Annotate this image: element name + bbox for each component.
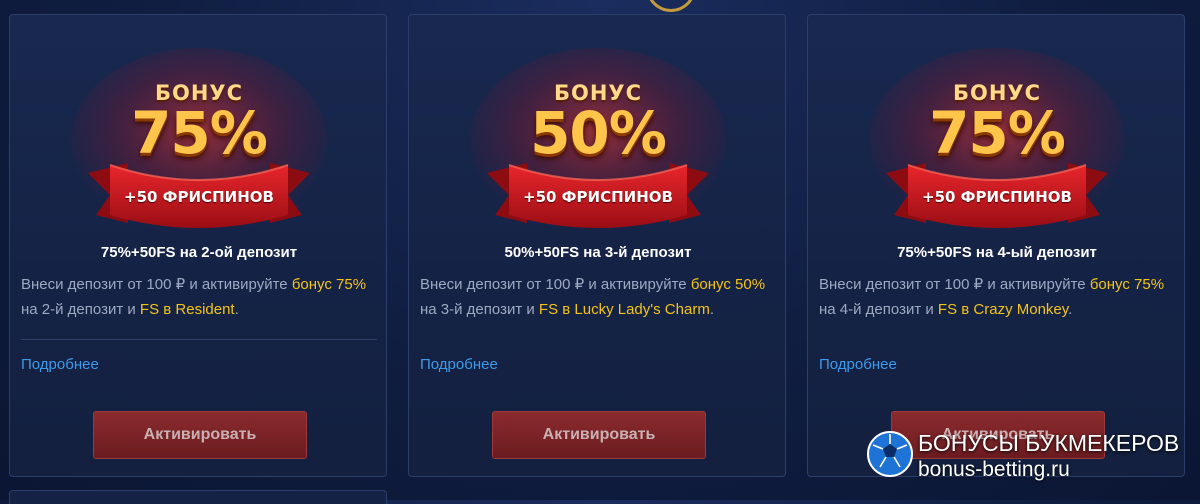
card-title: 75%+50FS на 2-ой депозит xyxy=(100,244,298,261)
card-title: 75%+50FS на 4-ый депозит xyxy=(897,244,1097,261)
card-description: Внеси депозит от 100 ₽ и активируйте бон… xyxy=(21,273,377,322)
activate-button[interactable]: Активировать xyxy=(492,411,706,459)
bonus-banner: БОНУС 75% +50 ФРИСПИНОВ xyxy=(868,45,1126,235)
watermark: БОНУСЫ БУКМЕКЕРОВ bonus-betting.ru xyxy=(866,428,1196,488)
card-description: Внеси депозит от 100 ₽ и активируйте бон… xyxy=(819,273,1175,322)
desc-text: . xyxy=(709,300,714,318)
watermark-url: bonus-betting.ru xyxy=(918,458,1070,481)
desc-highlight-fs: FS в Lucky Lady's Charm xyxy=(538,300,710,318)
soccer-ball-icon xyxy=(867,431,913,477)
banner-percent: 50% xyxy=(530,99,667,167)
more-link[interactable]: Подробнее xyxy=(21,356,99,373)
desc-highlight-bonus: бонус 75% xyxy=(1089,276,1165,293)
banner-spins: +50 ФРИСПИНОВ xyxy=(523,188,673,206)
bonus-banner: БОНУС 50% +50 ФРИСПИНОВ xyxy=(469,45,727,235)
bonus-card-3rd-deposit: БОНУС 50% +50 ФРИСПИНОВ 50%+50FS на 3-й … xyxy=(408,14,786,477)
banner-percent: 75% xyxy=(929,99,1066,167)
desc-text: . xyxy=(1068,300,1073,318)
desc-highlight-bonus: бонус 75% xyxy=(291,276,367,293)
watermark-title: БОНУСЫ БУКМЕКЕРОВ xyxy=(918,430,1180,456)
desc-text: на 2-й депозит и xyxy=(21,300,140,318)
divider xyxy=(21,339,377,340)
more-link[interactable]: Подробнее xyxy=(420,356,498,373)
card-title: 50%+50FS на 3-й депозит xyxy=(504,244,692,261)
banner-spins: +50 ФРИСПИНОВ xyxy=(124,188,274,206)
bonus-card-4th-deposit: БОНУС 75% +50 ФРИСПИНОВ 75%+50FS на 4-ый… xyxy=(807,14,1185,477)
desc-text: . xyxy=(234,300,239,318)
medallion-icon xyxy=(646,0,696,12)
next-card-edge xyxy=(9,490,387,504)
bonus-card-2nd-deposit: БОНУС 75% +50 ФРИСПИНОВ 75%+50FS на 2-ой… xyxy=(9,14,387,477)
more-link[interactable]: Подробнее xyxy=(819,356,897,373)
desc-text: на 4-й депозит и xyxy=(819,300,938,318)
desc-text: Внеси депозит от 100 ₽ и активируйте xyxy=(420,276,691,293)
desc-highlight-bonus: бонус 50% xyxy=(690,276,766,293)
desc-highlight-fs: FS в Resident xyxy=(139,300,235,318)
desc-highlight-fs: FS в Crazy Monkey xyxy=(937,300,1069,318)
desc-text: Внеси депозит от 100 ₽ и активируйте xyxy=(21,276,292,293)
banner-percent: 75% xyxy=(131,99,268,167)
bonus-banner: БОНУС 75% +50 ФРИСПИНОВ xyxy=(70,45,328,235)
banner-spins: +50 ФРИСПИНОВ xyxy=(922,188,1072,206)
activate-button[interactable]: Активировать xyxy=(93,411,307,459)
card-description: Внеси депозит от 100 ₽ и активируйте бон… xyxy=(420,273,776,322)
desc-text: Внеси депозит от 100 ₽ и активируйте xyxy=(819,276,1090,293)
desc-text: на 3-й депозит и xyxy=(420,300,539,318)
